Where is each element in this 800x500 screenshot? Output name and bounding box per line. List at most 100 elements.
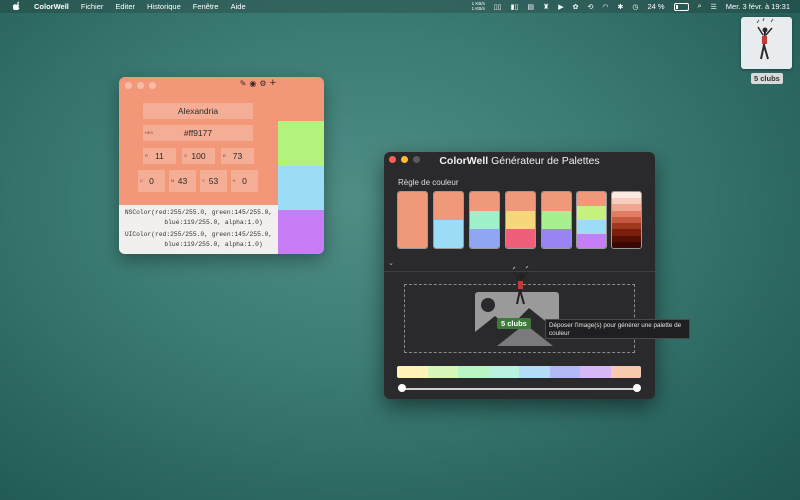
- blue-label: B: [223, 153, 226, 158]
- play-icon[interactable]: ▶: [558, 3, 563, 11]
- green-field[interactable]: G 100: [182, 148, 215, 164]
- add-icon[interactable]: +: [270, 78, 276, 89]
- palette-color-cell: [470, 192, 499, 211]
- generated-color-cell[interactable]: [610, 366, 641, 378]
- palette-color-cell: [577, 220, 606, 234]
- chevron-down-icon[interactable]: ⌄: [388, 259, 394, 267]
- title-text: Générateur de Palettes: [488, 155, 600, 167]
- palette-rule-3[interactable]: [469, 191, 500, 249]
- search-icon[interactable]: ⌕: [698, 3, 702, 11]
- red-field[interactable]: R 11: [143, 148, 176, 164]
- desktop-thumbnail-label[interactable]: 5 clubs: [751, 73, 783, 84]
- drag-count-badge: 5 clubs: [497, 318, 531, 329]
- nscolor-code[interactable]: NSColor(red:255/255.0, green:145/255.0, …: [119, 205, 278, 230]
- generated-color-cell[interactable]: [458, 366, 489, 378]
- generated-palette-bar[interactable]: [397, 366, 641, 378]
- zoom-button[interactable]: [149, 82, 156, 89]
- eyedropper-icon[interactable]: ✎: [240, 79, 247, 88]
- generated-color-cell[interactable]: [488, 366, 519, 378]
- palette-color-cell: [506, 192, 535, 211]
- cpu-meter-icon[interactable]: ▯▯: [494, 3, 502, 11]
- palette-rule-7[interactable]: [611, 191, 642, 249]
- palette-range-slider[interactable]: [401, 388, 638, 390]
- wifi-icon[interactable]: ◠: [602, 3, 608, 11]
- black-value: 0: [242, 176, 247, 186]
- generated-color-cell[interactable]: [580, 366, 611, 378]
- control-center-icon[interactable]: ☰: [711, 3, 717, 11]
- battery-icon[interactable]: [673, 2, 689, 11]
- palette-color-cell: [398, 192, 427, 248]
- color-name-field[interactable]: Alexandria: [143, 103, 253, 119]
- apple-menu-icon[interactable]: [12, 1, 22, 12]
- disk-meter-icon[interactable]: ▤: [527, 3, 534, 11]
- palette-color-cell: [577, 234, 606, 248]
- minimize-button[interactable]: [137, 82, 144, 89]
- bluetooth-icon[interactable]: ✱: [617, 3, 623, 11]
- palette-rule-6[interactable]: [576, 191, 607, 249]
- green-value: 100: [191, 151, 206, 161]
- palette-color-cell: [542, 192, 571, 211]
- palette-color-cell: [434, 192, 463, 220]
- app-menu[interactable]: ColorWell: [34, 2, 69, 11]
- juggler-figure-icon: [756, 17, 774, 60]
- hex-label: HEX: [145, 130, 154, 135]
- clock[interactable]: Mer. 3 févr. à 19:31: [726, 2, 790, 11]
- magenta-field[interactable]: M 43: [169, 170, 196, 192]
- status-tray: 1 KB/s 1 KB/s ▯▯ ▮▯ ▤ ♜ ▶ ✿ ⟲ ◠ ✱ ◷ 24 %…: [472, 0, 790, 13]
- desktop-image-thumbnail[interactable]: [741, 17, 792, 69]
- color-rule-label: Règle de couleur: [398, 178, 459, 187]
- palette-color-cell: [434, 220, 463, 248]
- generated-color-cell[interactable]: [549, 366, 580, 378]
- window-title: ColorWell Générateur de Palettes: [384, 155, 655, 167]
- colorwell-tray-icon[interactable]: ✿: [573, 3, 579, 11]
- hex-field[interactable]: HEX #ff9177: [143, 125, 253, 141]
- black-label: K: [233, 178, 236, 183]
- swatch-2[interactable]: [278, 166, 324, 210]
- dragged-image-icon: [512, 266, 529, 305]
- sync-icon[interactable]: ⟲: [588, 3, 594, 11]
- generated-color-cell[interactable]: [519, 366, 550, 378]
- red-value: 11: [155, 151, 164, 161]
- time-machine-icon[interactable]: ◷: [632, 3, 638, 11]
- palette-rule-4[interactable]: [505, 191, 536, 249]
- close-button[interactable]: [125, 82, 132, 89]
- menu-bar: ColorWell Fichier Editer Historique Fenê…: [0, 0, 800, 13]
- memory-meter-icon[interactable]: ▮▯: [511, 3, 519, 11]
- net-down-value: 1 KB/s: [471, 5, 485, 11]
- battery-level: [675, 4, 679, 9]
- palette-rule-2[interactable]: [433, 191, 464, 249]
- eye-icon[interactable]: ◉: [249, 79, 256, 88]
- menu-editer[interactable]: Editer: [115, 2, 135, 11]
- yellow-field[interactable]: Y 53: [200, 170, 227, 192]
- palette-color-cell: [542, 229, 571, 248]
- network-monitor[interactable]: 1 KB/s 1 KB/s: [471, 1, 485, 11]
- menu-fenetre[interactable]: Fenêtre: [193, 2, 219, 11]
- generated-color-cell[interactable]: [427, 366, 458, 378]
- swatch-1[interactable]: [278, 121, 324, 166]
- blue-field[interactable]: B 73: [221, 148, 254, 164]
- colorwell-window: ✎ ◉ ⚙ + Alexandria HEX #ff9177 R 11 G 10…: [119, 77, 324, 254]
- slider-end-handle[interactable]: [633, 384, 641, 392]
- slider-start-handle[interactable]: [398, 384, 406, 392]
- window-controls: [125, 82, 156, 89]
- menu-fichier[interactable]: Fichier: [81, 2, 104, 11]
- cyan-label: C: [140, 178, 143, 183]
- battery-percent: 24 %: [647, 2, 665, 11]
- black-field[interactable]: K 0: [231, 170, 258, 192]
- uicolor-code[interactable]: UIColor(red:255/255.0, green:145/255.0, …: [119, 230, 278, 254]
- menu-aide[interactable]: Aide: [231, 2, 246, 11]
- hex-value: #ff9177: [183, 128, 213, 138]
- palette-color-cell: [612, 241, 641, 248]
- palette-color-cell: [577, 206, 606, 220]
- swatch-3[interactable]: [278, 210, 324, 254]
- figure-icon[interactable]: ♜: [543, 3, 549, 11]
- cyan-field[interactable]: C 0: [138, 170, 165, 192]
- magenta-label: M: [171, 178, 175, 183]
- generated-color-cell[interactable]: [397, 366, 428, 378]
- yellow-value: 53: [208, 176, 219, 186]
- palette-color-cell: [577, 192, 606, 206]
- gear-icon[interactable]: ⚙: [259, 79, 266, 88]
- palette-rule-1[interactable]: [397, 191, 428, 249]
- menu-historique[interactable]: Historique: [147, 2, 181, 11]
- palette-rule-5[interactable]: [541, 191, 572, 249]
